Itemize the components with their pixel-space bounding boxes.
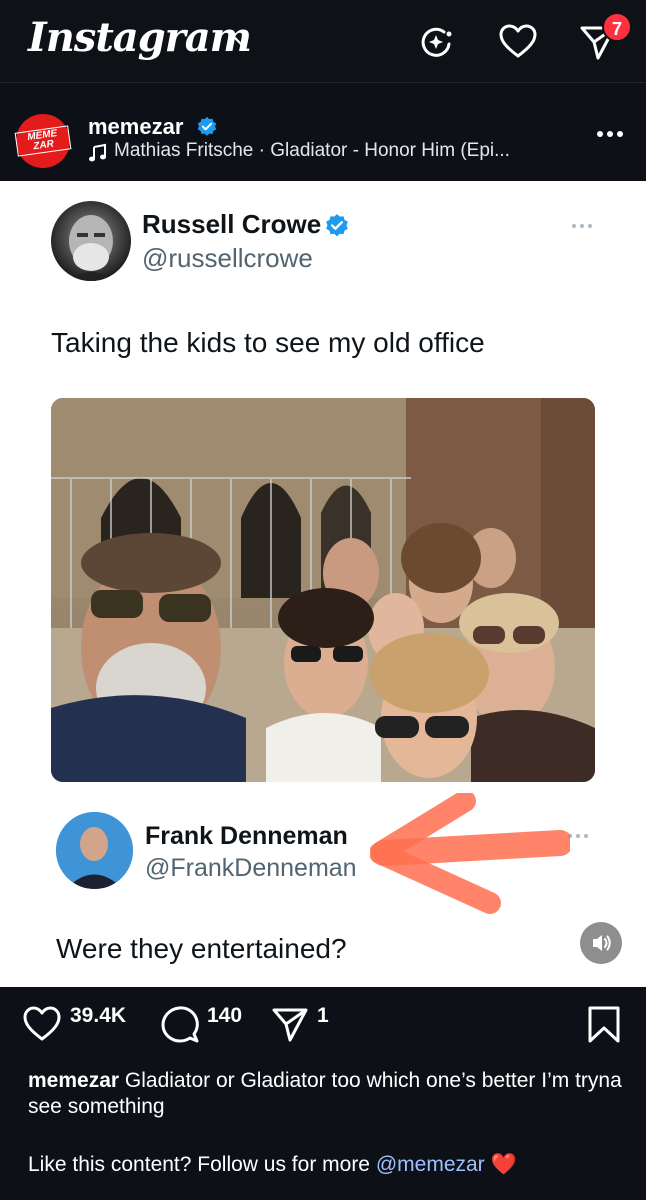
reply-text: Were they entertained? [56, 933, 347, 964]
instagram-logo[interactable]: Instagram [28, 14, 252, 61]
avatar-logo-text: MEME ZAR [14, 125, 72, 157]
verified-icon [197, 116, 217, 136]
post-username[interactable]: memezar [88, 114, 183, 140]
caption-username[interactable]: memezar [28, 1069, 119, 1092]
reply-author-avatar [56, 812, 133, 889]
comment-icon[interactable] [160, 1004, 200, 1044]
comment-count: 140 [207, 1004, 243, 1027]
divider [0, 82, 646, 83]
verified-icon [326, 214, 348, 237]
post-media[interactable]: Russell Crowe @russellcrowe Taking the k… [0, 181, 646, 987]
colosseum-selfie-graphic [51, 398, 595, 782]
speaker-icon [593, 935, 611, 951]
tweet-more-icon [572, 224, 592, 228]
drawn-arrow-graphic [370, 793, 570, 914]
tweet-author-name: Russell Crowe [142, 209, 322, 239]
share-count: 1 [317, 1004, 329, 1027]
tweet-photo [51, 398, 595, 782]
sparkle-circle-icon[interactable] [416, 22, 456, 62]
portrait-graphic [69, 215, 113, 281]
share-icon[interactable] [270, 1004, 310, 1044]
tweet-author-avatar [51, 201, 131, 281]
heart-emoji: ❤️ [490, 1153, 517, 1176]
post-caption: memezar Gladiator or Gladiator too which… [28, 1068, 628, 1120]
notification-badge: 7 [602, 12, 632, 42]
reply-author-handle: @FrankDenneman [145, 854, 357, 882]
music-note-icon [89, 143, 106, 162]
sound-button[interactable] [580, 922, 622, 964]
music-track-label[interactable]: Mathias Fritsche · Gladiator - Honor Him… [114, 140, 510, 162]
tweet-author-handle: @russellcrowe [142, 243, 313, 273]
avatar[interactable]: MEME ZAR [14, 114, 72, 168]
top-bar: Instagram 7 [0, 0, 646, 82]
bookmark-icon[interactable] [584, 1004, 624, 1044]
more-options-icon[interactable] [596, 124, 624, 144]
heart-icon[interactable] [498, 22, 538, 62]
portrait-graphic [56, 812, 133, 889]
mention-link[interactable]: @memezar [376, 1153, 485, 1176]
like-heart-icon[interactable] [22, 1004, 62, 1044]
reply-author-name: Frank Denneman [145, 822, 348, 850]
like-count: 39.4K [70, 1004, 127, 1027]
caption-cta: Like this content? Follow us for more @m… [28, 1153, 517, 1177]
cta-text: Like this content? Follow us for more [28, 1153, 370, 1176]
tweet-text: Taking the kids to see my old office [51, 327, 485, 358]
action-bar: 39.4K 140 1 [0, 990, 646, 1060]
post-header: MEME ZAR memezar Mathias Fritsche · Glad… [0, 98, 646, 180]
chevron-down-icon[interactable] [232, 32, 250, 50]
